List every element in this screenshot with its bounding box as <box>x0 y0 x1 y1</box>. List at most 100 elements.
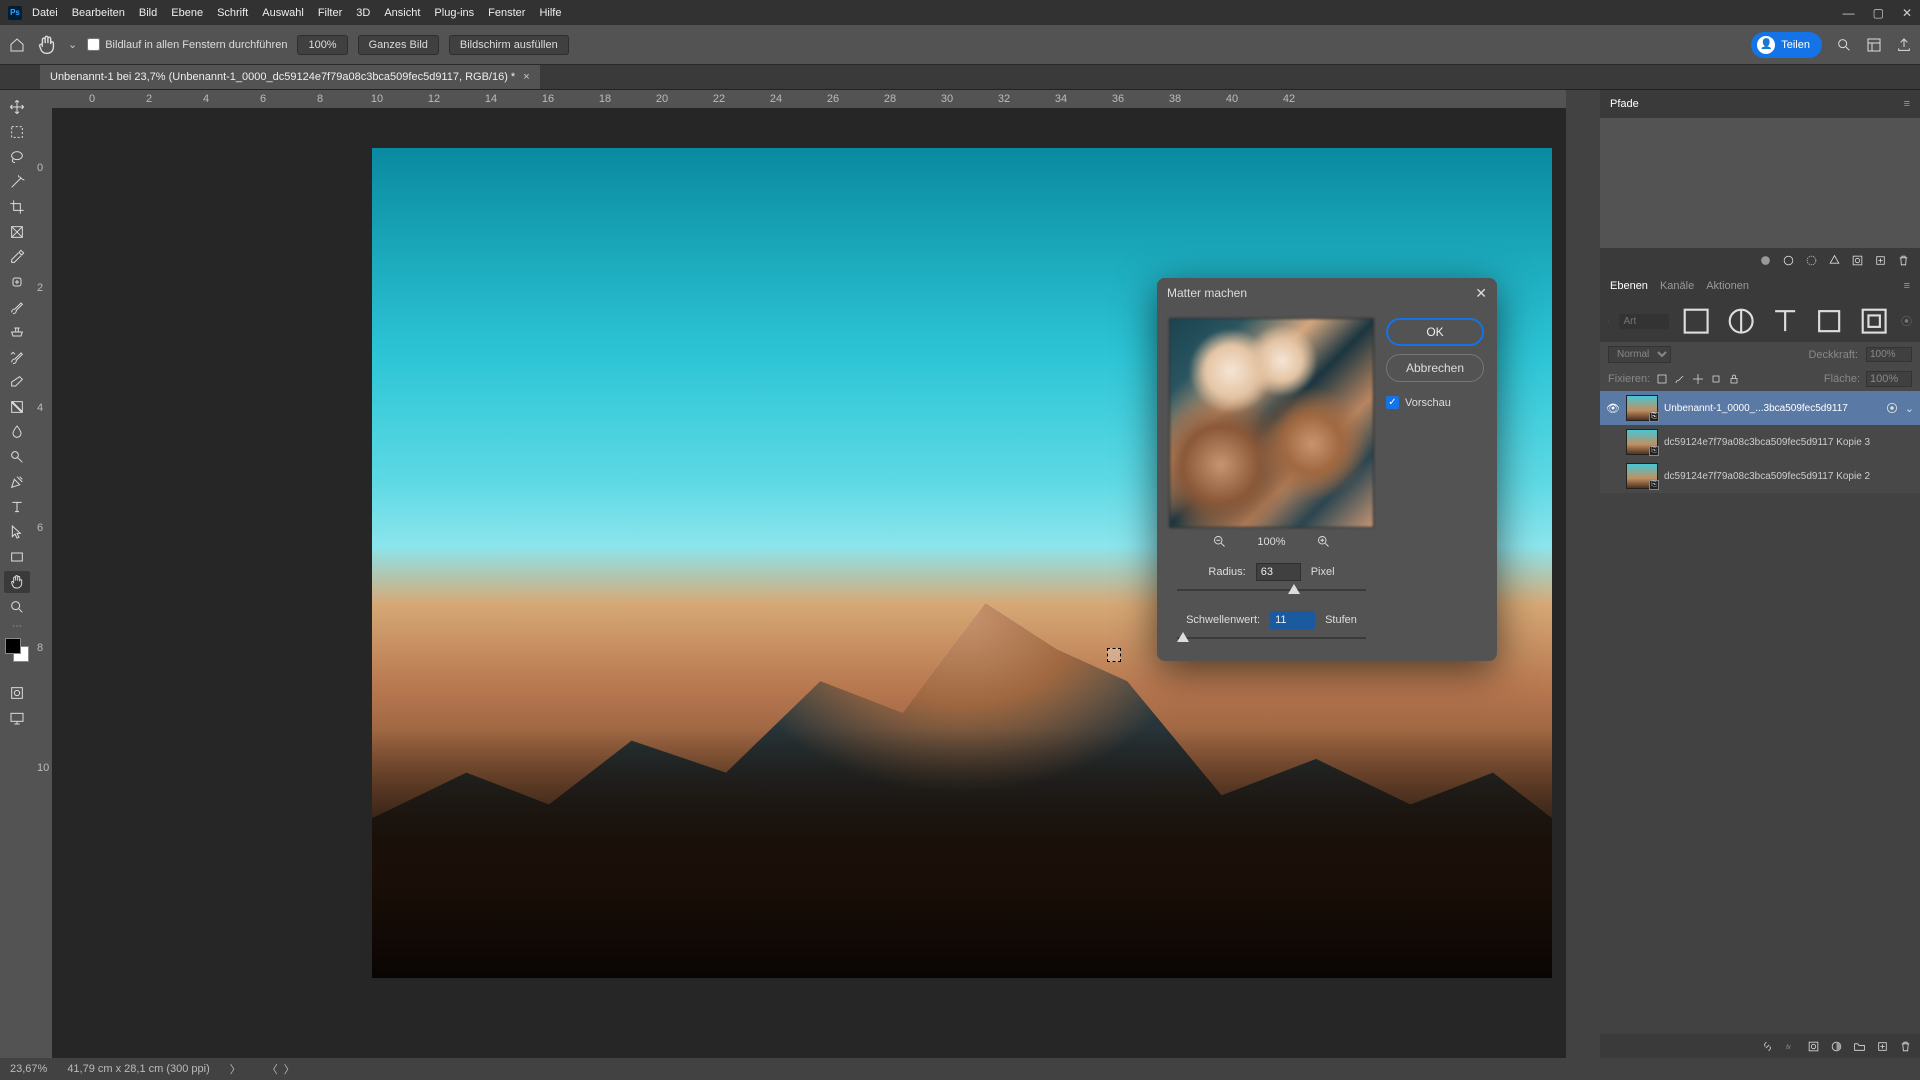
new-path-icon[interactable] <box>1874 254 1887 267</box>
opacity-input[interactable] <box>1866 347 1912 362</box>
layer-visibility-icon[interactable]: 👁 <box>1606 402 1620 415</box>
status-dimensions[interactable]: 41,79 cm x 28,1 cm (300 ppi) <box>67 1063 209 1075</box>
scroll-all-checkbox-input[interactable] <box>87 38 100 51</box>
menu-auswahl[interactable]: Auswahl <box>262 7 304 19</box>
status-chevron-icon[interactable]: 〉 <box>230 1061 241 1077</box>
menu-filter[interactable]: Filter <box>318 7 342 19</box>
fit-image-button[interactable]: Ganzes Bild <box>358 35 439 55</box>
filter-type-icon[interactable] <box>1768 304 1802 338</box>
blend-mode-select[interactable]: Normal <box>1608 346 1671 363</box>
layer-item[interactable]: ⎘ dc59124e7f79a08c3bca509fec5d9117 Kopie… <box>1600 425 1920 459</box>
preview-checkbox[interactable]: ✓ Vorschau <box>1386 396 1484 409</box>
menu-ansicht[interactable]: Ansicht <box>384 7 420 19</box>
fill-input[interactable] <box>1866 371 1912 387</box>
filter-shape-icon[interactable] <box>1812 304 1846 338</box>
group-icon[interactable] <box>1853 1040 1866 1053</box>
menu-ebene[interactable]: Ebene <box>171 7 203 19</box>
layer-item[interactable]: ⎘ dc59124e7f79a08c3bca509fec5d9117 Kopie… <box>1600 459 1920 493</box>
search-icon[interactable] <box>1836 37 1852 53</box>
lock-position-icon[interactable] <box>1692 373 1704 385</box>
radius-input[interactable] <box>1256 563 1301 581</box>
history-brush-tool[interactable] <box>4 346 30 368</box>
blur-tool[interactable] <box>4 421 30 443</box>
menu-datei[interactable]: Datei <box>32 7 58 19</box>
lock-pixels-icon[interactable] <box>1674 373 1686 385</box>
lock-all-icon[interactable] <box>1728 373 1740 385</box>
preview-sample-marker[interactable] <box>1107 648 1121 662</box>
menu-fenster[interactable]: Fenster <box>488 7 525 19</box>
fill-path-icon[interactable] <box>1759 254 1772 267</box>
smart-filter-icon[interactable] <box>1885 401 1899 415</box>
dodge-tool[interactable] <box>4 446 30 468</box>
menu-bearbeiten[interactable]: Bearbeiten <box>72 7 125 19</box>
frame-tool[interactable] <box>4 221 30 243</box>
menu-bild[interactable]: Bild <box>139 7 157 19</box>
vertical-ruler[interactable]: 0 2 4 6 8 10 <box>34 108 52 1058</box>
layer-name[interactable]: dc59124e7f79a08c3bca509fec5d9117 Kopie 2 <box>1664 471 1914 482</box>
pen-tool[interactable] <box>4 471 30 493</box>
delete-path-icon[interactable] <box>1897 254 1910 267</box>
layer-item[interactable]: 👁 ⎘ Unbenannt-1_0000_...3bca509fec5d9117… <box>1600 391 1920 425</box>
tab-paths[interactable]: Pfade <box>1610 98 1639 110</box>
home-icon[interactable] <box>8 37 26 53</box>
hand-tool-icon[interactable] <box>36 34 58 56</box>
fill-screen-button[interactable]: Bildschirm ausfüllen <box>449 35 569 55</box>
mask-icon[interactable] <box>1851 254 1864 267</box>
gradient-tool[interactable] <box>4 396 30 418</box>
rectangle-tool[interactable] <box>4 546 30 568</box>
magic-wand-tool[interactable] <box>4 171 30 193</box>
filter-toggle-icon[interactable]: ⦿ <box>1901 313 1912 329</box>
eraser-tool[interactable] <box>4 371 30 393</box>
menu-3d[interactable]: 3D <box>356 7 370 19</box>
document-viewport[interactable]: Matter machen ✕ 100% Radius <box>52 108 1566 1058</box>
hand-tool[interactable] <box>4 571 30 593</box>
scroll-all-windows-checkbox[interactable]: Bildlauf in allen Fenstern durchführen <box>87 38 287 51</box>
filter-search-icon[interactable] <box>1608 315 1609 328</box>
selection-from-path-icon[interactable] <box>1805 254 1818 267</box>
layer-kind-filter[interactable] <box>1619 314 1669 329</box>
threshold-input[interactable] <box>1270 611 1315 629</box>
document-tab[interactable]: Unbenannt-1 bei 23,7% (Unbenannt-1_0000_… <box>40 65 540 89</box>
horizontal-ruler[interactable]: 0 2 4 6 8 10 12 14 16 18 20 22 24 26 28 … <box>52 90 1566 108</box>
cancel-button[interactable]: Abbrechen <box>1386 354 1484 382</box>
layer-chevron-icon[interactable]: ⌄ <box>1905 402 1914 415</box>
status-prev-icon[interactable]: 〈 <box>267 1061 278 1077</box>
stroke-path-icon[interactable] <box>1782 254 1795 267</box>
adjustment-layer-icon[interactable] <box>1830 1040 1843 1053</box>
radius-slider[interactable] <box>1177 583 1366 597</box>
brush-tool[interactable] <box>4 296 30 318</box>
tool-chevron-icon[interactable]: ⌄ <box>68 38 77 51</box>
document-tab-close-icon[interactable]: × <box>523 71 529 83</box>
clone-stamp-tool[interactable] <box>4 321 30 343</box>
lock-transparent-icon[interactable] <box>1656 373 1668 385</box>
panel-menu-icon[interactable]: ≡ <box>1904 98 1910 110</box>
dialog-titlebar[interactable]: Matter machen ✕ <box>1157 278 1497 308</box>
color-swatches[interactable] <box>5 638 29 662</box>
menu-plugins[interactable]: Plug-ins <box>434 7 474 19</box>
zoom-level-box[interactable]: 100% <box>297 35 347 55</box>
path-from-selection-icon[interactable] <box>1828 254 1841 267</box>
crop-tool[interactable] <box>4 196 30 218</box>
ok-button[interactable]: OK <box>1386 318 1484 346</box>
link-layers-icon[interactable] <box>1761 1040 1774 1053</box>
maximize-button[interactable]: ▢ <box>1873 6 1884 20</box>
marquee-tool[interactable] <box>4 121 30 143</box>
quick-mask-tool[interactable] <box>4 682 30 704</box>
layer-name[interactable]: dc59124e7f79a08c3bca509fec5d9117 Kopie 3 <box>1664 437 1914 448</box>
zoom-out-icon[interactable] <box>1212 534 1227 549</box>
layer-mask-icon[interactable] <box>1807 1040 1820 1053</box>
tab-channels[interactable]: Kanäle <box>1660 280 1694 292</box>
panel-menu-icon[interactable]: ≡ <box>1904 280 1910 292</box>
zoom-in-icon[interactable] <box>1316 534 1331 549</box>
tab-layers[interactable]: Ebenen <box>1610 280 1648 292</box>
move-tool[interactable] <box>4 96 30 118</box>
layer-thumbnail[interactable]: ⎘ <box>1626 463 1658 489</box>
dialog-preview-image[interactable] <box>1169 318 1374 528</box>
screen-mode-tool[interactable] <box>4 707 30 729</box>
workspace-icon[interactable] <box>1866 37 1882 53</box>
status-next-icon[interactable]: 〉 <box>284 1061 295 1077</box>
layer-name[interactable]: Unbenannt-1_0000_...3bca509fec5d9117 <box>1664 403 1879 414</box>
layer-thumbnail[interactable]: ⎘ <box>1626 395 1658 421</box>
new-layer-icon[interactable] <box>1876 1040 1889 1053</box>
close-button[interactable]: ✕ <box>1902 6 1912 20</box>
